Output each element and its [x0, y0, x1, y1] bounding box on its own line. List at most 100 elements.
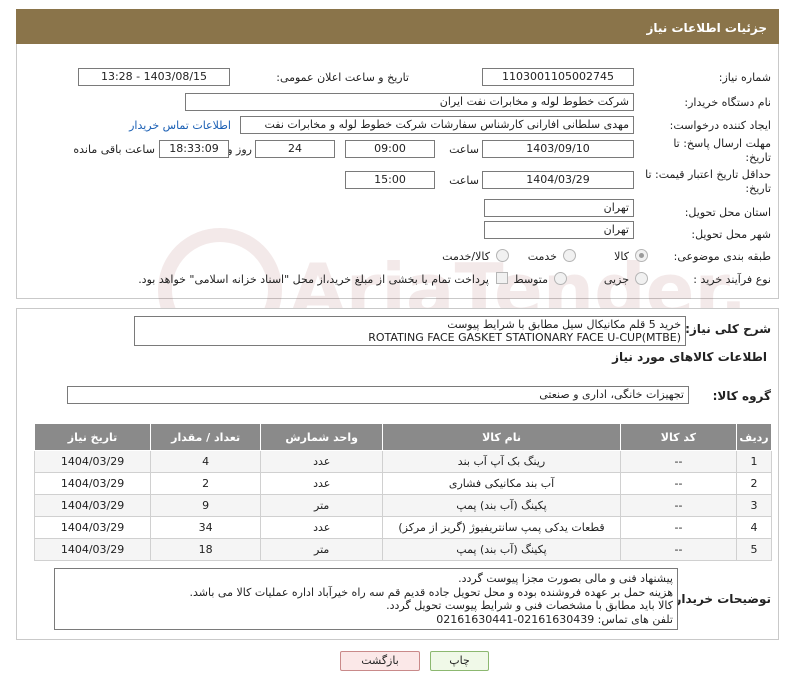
need-number-label: شماره نیاز: — [718, 71, 771, 84]
table-row: 4 -- قطعات یدکی پمپ سانتریفیوژ (گریز از … — [33, 516, 773, 539]
city-field[interactable]: تهران — [484, 221, 634, 239]
column-header: واحد شمارش — [260, 423, 384, 451]
category-both-label: کالا/خدمت — [442, 250, 490, 263]
category-goods-label: کالا — [614, 250, 629, 263]
cell-unit: عدد — [260, 472, 384, 495]
cell-quantity: 34 — [150, 516, 262, 539]
notes-line-4: تلفن های تماس: 02161630439-02161630441 — [436, 612, 673, 626]
column-header: کد کالا — [619, 423, 737, 451]
cell-row-number: 5 — [735, 538, 773, 561]
category-both-radio[interactable] — [496, 249, 509, 262]
process-medium-label: متوسط — [513, 273, 548, 286]
reply-time-label: ساعت — [449, 143, 479, 156]
cell-name: قطعات یدکی پمپ سانتریفیوژ (گریز از مرکز) — [382, 516, 621, 539]
cell-quantity: 9 — [150, 494, 262, 517]
cell-quantity: 18 — [150, 538, 262, 561]
process-partial-label: جزیی — [603, 273, 629, 286]
reply-time-field[interactable]: 09:00 — [345, 140, 435, 158]
process-partial-radio[interactable] — [635, 272, 648, 285]
table-row: 5 -- پکینگ (آب بند) پمپ متر 18 1404/03/2… — [33, 538, 773, 561]
cell-code: -- — [619, 450, 737, 473]
contact-info-link[interactable]: اطلاعات تماس خریدار — [129, 119, 231, 132]
table-header-row: ردیف کد کالا نام کالا واحد شمارش تعداد /… — [33, 423, 773, 451]
cell-row-number: 2 — [735, 472, 773, 495]
cell-unit: متر — [260, 538, 384, 561]
cell-name: رینگ بک آپ آب بند — [382, 450, 621, 473]
cell-row-number: 1 — [735, 450, 773, 473]
days-label: روز و — [227, 143, 252, 156]
cell-code: -- — [619, 494, 737, 517]
validity-time-field[interactable]: 15:00 — [345, 171, 435, 189]
buyer-notes-label: توضیحات خریدار: — [669, 592, 771, 606]
goods-group-label: گروه کالا: — [712, 389, 771, 403]
buyer-org-field[interactable]: شرکت خطوط لوله و مخابرات نفت ایران — [185, 93, 634, 111]
cell-date: 1404/03/29 — [33, 472, 152, 495]
column-header: تعداد / مقدار — [150, 423, 262, 451]
purchase-type-label: نوع فرآیند خرید : — [693, 273, 771, 286]
print-button[interactable]: چاپ — [430, 651, 489, 671]
announce-field[interactable]: 1403/08/15 - 13:28 — [78, 68, 230, 86]
description-field[interactable]: خرید 5 قلم مکانیکال سیل مطابق با شرایط پ… — [134, 316, 686, 346]
cell-date: 1404/03/29 — [33, 450, 152, 473]
time-remaining-field[interactable]: 18:33:09 — [159, 140, 229, 158]
column-header: نام کالا — [382, 423, 621, 451]
category-label: طبقه بندی موضوعی: — [673, 250, 771, 263]
column-header: ردیف — [735, 423, 773, 451]
goods-table: ردیف کد کالا نام کالا واحد شمارش تعداد /… — [33, 423, 773, 561]
validity-date-label: تاریخ: — [745, 182, 771, 195]
cell-date: 1404/03/29 — [33, 516, 152, 539]
province-label: استان محل تحویل: — [684, 206, 771, 219]
table-row: 2 -- آب بند مکانیکی فشاری عدد 2 1404/03/… — [33, 472, 773, 495]
need-number-field[interactable]: 1103001105002745 — [482, 68, 634, 86]
cell-code: -- — [619, 472, 737, 495]
category-goods-radio[interactable] — [635, 249, 648, 262]
validity-date-field[interactable]: 1404/03/29 — [482, 171, 634, 189]
validity-time-label: ساعت — [449, 174, 479, 187]
cell-code: -- — [619, 516, 737, 539]
page-title: جزئیات اطلاعات نیاز — [16, 9, 779, 44]
cell-name: پکینگ (آب بند) پمپ — [382, 494, 621, 517]
creator-label: ایجاد کننده درخواست: — [669, 119, 771, 132]
cell-quantity: 4 — [150, 450, 262, 473]
cell-unit: متر — [260, 494, 384, 517]
cell-quantity: 2 — [150, 472, 262, 495]
cell-name: پکینگ (آب بند) پمپ — [382, 538, 621, 561]
notes-line-1: پیشنهاد فنی و مالی بصورت مجزا پیوست گردد… — [458, 572, 673, 585]
cell-code: -- — [619, 538, 737, 561]
buyer-notes-field[interactable]: پیشنهاد فنی و مالی بصورت مجزا پیوست گردد… — [54, 568, 678, 630]
buyer-org-label: نام دستگاه خریدار: — [684, 96, 771, 109]
description-line-2: ROTATING FACE GASKET STATIONARY FACE U-C… — [368, 331, 681, 344]
announce-label: تاریخ و ساعت اعلان عمومی: — [276, 71, 409, 84]
column-header: تاریخ نیاز — [33, 423, 152, 451]
notes-line-3: کالا باید مطابق با مشخصات فنی و شرایط پی… — [386, 599, 673, 612]
description-label: شرح کلی نیاز: — [685, 322, 771, 336]
process-medium-radio[interactable] — [554, 272, 567, 285]
city-label: شهر محل تحویل: — [691, 228, 771, 241]
cell-name: آب بند مکانیکی فشاری — [382, 472, 621, 495]
cell-unit: عدد — [260, 450, 384, 473]
cell-row-number: 4 — [735, 516, 773, 539]
category-service-label: خدمت — [527, 250, 557, 263]
treasury-payment-note: پرداخت تمام یا بخشی از مبلغ خرید،از محل … — [138, 273, 489, 286]
cell-row-number: 3 — [735, 494, 773, 517]
time-remaining-label: ساعت باقی مانده — [73, 143, 155, 156]
reply-date-label: تاریخ: — [745, 151, 771, 164]
treasury-payment-checkbox[interactable] — [496, 272, 508, 284]
reply-date-field[interactable]: 1403/09/10 — [482, 140, 634, 158]
table-row: 3 -- پکینگ (آب بند) پمپ متر 9 1404/03/29 — [33, 494, 773, 517]
reply-deadline-label: مهلت ارسال پاسخ: تا — [673, 137, 771, 150]
category-service-radio[interactable] — [563, 249, 576, 262]
description-line-1: خرید 5 قلم مکانیکال سیل مطابق با شرایط پ… — [447, 318, 681, 331]
table-row: 1 -- رینگ بک آپ آب بند عدد 4 1404/03/29 — [33, 450, 773, 473]
creator-field[interactable]: مهدی سلطانی افارانی کارشناس سفارشات شرکت… — [240, 116, 634, 134]
notes-line-2: هزینه حمل بر عهده فروشنده بوده و محل تحو… — [189, 585, 673, 599]
cell-date: 1404/03/29 — [33, 538, 152, 561]
cell-unit: عدد — [260, 516, 384, 539]
province-field[interactable]: تهران — [484, 199, 634, 217]
days-remaining-field[interactable]: 24 — [255, 140, 335, 158]
back-button[interactable]: بازگشت — [340, 651, 420, 671]
validity-label: حداقل تاریخ اعتبار قیمت: تا — [645, 168, 771, 181]
goods-info-title: اطلاعات کالاهای مورد نیاز — [612, 350, 767, 364]
cell-date: 1404/03/29 — [33, 494, 152, 517]
goods-group-field[interactable]: تجهیزات خانگی، اداری و صنعتی — [67, 386, 689, 404]
